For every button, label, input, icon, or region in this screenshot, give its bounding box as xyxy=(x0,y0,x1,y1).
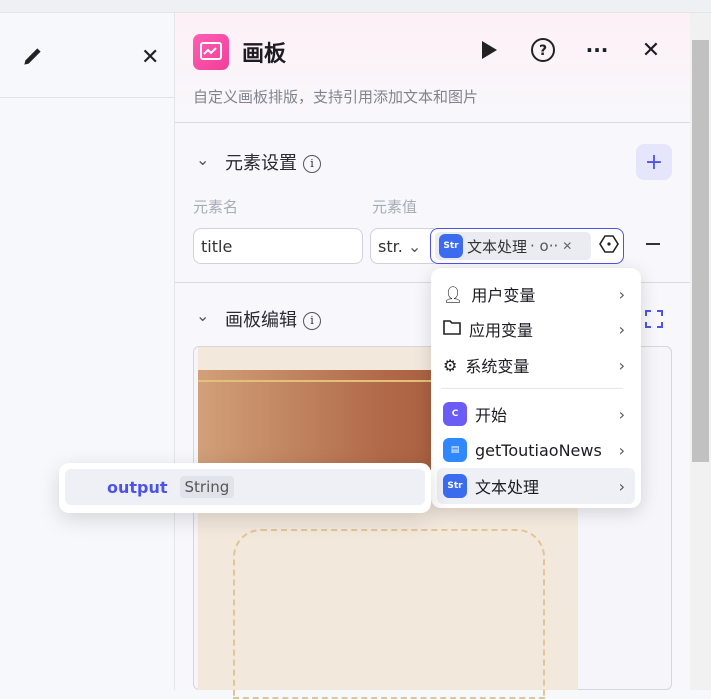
panel-title: 画板 xyxy=(242,42,287,67)
variable-menu: 👤︎ 用户变量 › 应用变量 › ⚙ 系统变量 › C 开始 › ▤ getToutiaoNew… xyxy=(431,268,641,508)
menu-item-start[interactable]: C 开始 › xyxy=(437,396,635,432)
menu-item-user-variables[interactable]: 👤︎ 用户变量 › xyxy=(437,276,635,312)
ref-node-name: 文本处理 xyxy=(467,237,528,256)
chevron-right-icon: › xyxy=(618,355,625,375)
close-panel-icon[interactable]: ✕ xyxy=(636,35,666,65)
left-panel: ✕ xyxy=(0,13,175,690)
menu-item-system-variables[interactable]: ⚙ 系统变量 › xyxy=(437,347,635,383)
field-type-badge: String xyxy=(179,476,235,498)
help-icon[interactable]: ? xyxy=(528,35,558,65)
more-icon[interactable]: ··· xyxy=(582,35,612,65)
chevron-right-icon: › xyxy=(618,319,625,339)
section-element-settings: 元素设置 i xyxy=(225,149,321,175)
scrollbar-thumb[interactable] xyxy=(692,40,709,462)
submenu-item-output[interactable]: output String xyxy=(65,469,425,505)
close-icon[interactable]: ✕ xyxy=(141,45,159,70)
add-element-button[interactable]: + xyxy=(636,144,672,180)
type-select[interactable]: str. ⌄ xyxy=(370,228,434,264)
section-title: 画板编辑 xyxy=(225,310,297,331)
type-value: str. xyxy=(378,236,403,256)
column-value-label: 元素值 xyxy=(372,198,418,216)
expand-icon[interactable] xyxy=(644,309,664,333)
reference-tag: Str 文本处理 · o·· ✕ xyxy=(435,232,591,260)
user-icon: 👤︎ xyxy=(443,284,464,304)
output-submenu: output String xyxy=(59,463,431,513)
section-title: 元素设置 xyxy=(225,153,297,174)
gear-icon: ⚙ xyxy=(443,355,458,375)
divider xyxy=(0,97,175,98)
panel-description: 自定义画板排版，支持引用添加文本和图片 xyxy=(193,88,479,106)
canvas-app-icon xyxy=(193,34,229,70)
variable-picker-icon[interactable] xyxy=(599,234,619,258)
menu-label: 文本处理 xyxy=(475,478,540,497)
chevron-right-icon: › xyxy=(618,284,625,304)
ref-field: · o·· xyxy=(530,237,559,255)
run-button[interactable] xyxy=(474,35,504,65)
element-name-input[interactable]: title xyxy=(193,228,363,264)
element-value-field[interactable]: Str 文本处理 · o·· ✕ xyxy=(430,228,624,264)
folder-icon xyxy=(443,319,461,339)
divider xyxy=(441,388,623,389)
menu-label: 用户变量 xyxy=(471,286,536,305)
pencil-icon[interactable] xyxy=(20,43,46,69)
collapse-chevron-icon[interactable]: ⌄ xyxy=(196,150,209,169)
str-node-icon: Str xyxy=(439,234,463,258)
remove-element-button[interactable] xyxy=(646,243,660,245)
dashed-frame xyxy=(233,529,545,699)
field-name: output xyxy=(107,477,168,497)
chevron-right-icon: › xyxy=(618,440,625,460)
svg-text:?: ? xyxy=(539,43,547,59)
chevron-right-icon: › xyxy=(618,476,625,496)
news-node-icon: ▤ xyxy=(443,438,467,462)
menu-label: getToutiaoNews xyxy=(475,440,602,460)
column-name-label: 元素名 xyxy=(193,198,239,216)
menu-item-text-processing[interactable]: Str 文本处理 › xyxy=(437,468,635,504)
info-icon[interactable]: i xyxy=(303,154,321,173)
str-node-icon: Str xyxy=(443,474,467,498)
chevron-right-icon: › xyxy=(618,404,625,424)
section-canvas-edit: 画板编辑 i xyxy=(225,306,321,332)
menu-item-gettoutiaonews[interactable]: ▤ getToutiaoNews › xyxy=(437,432,635,468)
remove-tag-icon[interactable]: ✕ xyxy=(562,239,572,253)
menu-label: 开始 xyxy=(475,406,508,425)
info-icon[interactable]: i xyxy=(303,311,321,330)
start-node-icon: C xyxy=(443,402,467,426)
menu-label: 应用变量 xyxy=(469,321,534,340)
collapse-chevron-icon[interactable]: ⌄ xyxy=(196,306,209,325)
chevron-down-icon: ⌄ xyxy=(407,236,422,256)
menu-item-app-variables[interactable]: 应用变量 › xyxy=(437,311,635,347)
menu-label: 系统变量 xyxy=(465,357,530,376)
top-strip xyxy=(0,0,711,13)
